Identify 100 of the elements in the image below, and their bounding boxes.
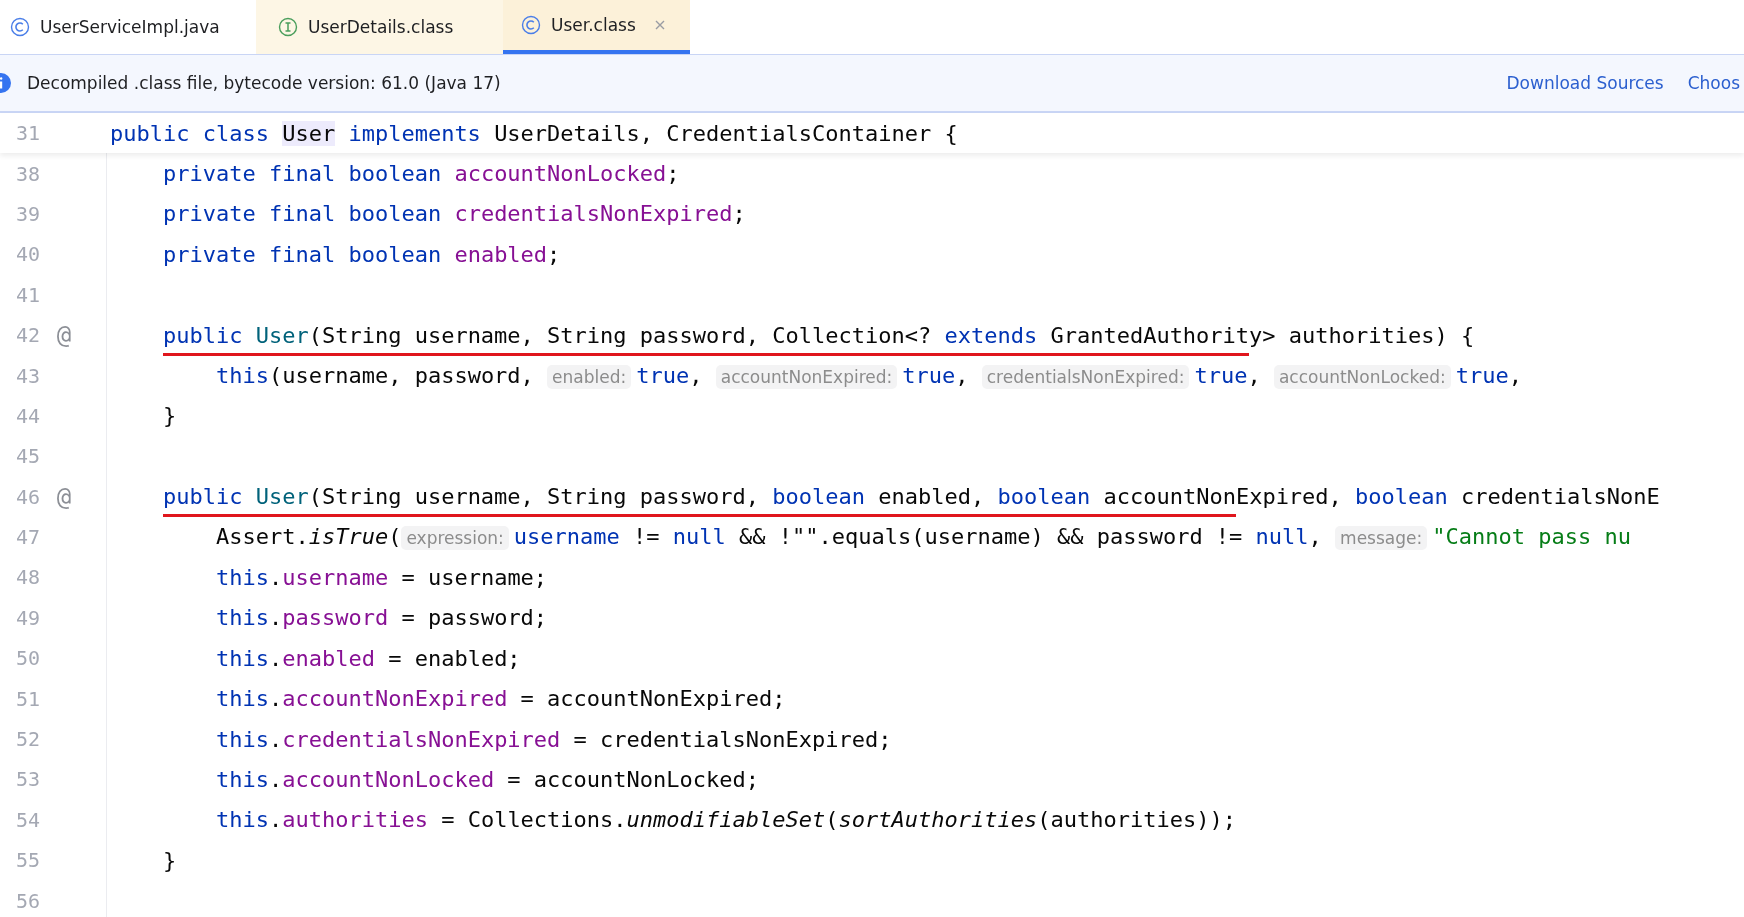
line-number: 48 [14, 565, 40, 590]
code-token: accountNonLocked [454, 161, 667, 187]
code-token: User [282, 120, 336, 146]
class-icon [10, 17, 30, 37]
banner-link[interactable]: Choos [1687, 73, 1740, 93]
code-token: enabled [454, 241, 548, 267]
code-token: true [1194, 362, 1248, 388]
code-token: private final boolean [163, 161, 443, 187]
code-token: "Cannot pass nu [1432, 524, 1631, 550]
line-number: 46 [14, 484, 40, 509]
code-token: . [268, 807, 283, 833]
override-marker[interactable]: @ [56, 321, 72, 350]
line-number: 45 [14, 444, 40, 469]
line-number: 51 [14, 686, 40, 711]
code-token: , [955, 362, 970, 388]
override-marker[interactable]: @ [56, 482, 72, 511]
code-token: true [636, 362, 690, 388]
code-token: Expired, [1235, 484, 1343, 510]
code-token: && !"".equals(username) && password != [738, 524, 1244, 550]
code-token: (String username, String password, Collection<? [308, 322, 933, 348]
code-token: private final boolean [163, 201, 443, 227]
line-number: 44 [14, 403, 40, 428]
code-token: this [215, 645, 269, 671]
code-token: User [255, 484, 309, 510]
line-number: 54 [14, 807, 40, 832]
line-number: 53 [14, 767, 40, 792]
editor-tab[interactable]: User.class [503, 0, 690, 54]
code-token: y> authorities) { [1249, 322, 1475, 348]
line-number: 47 [14, 525, 40, 550]
line-number: 39 [14, 201, 40, 226]
code-token: this [215, 565, 269, 590]
code-token: this [215, 726, 269, 752]
code-token: , [1308, 524, 1323, 550]
banner-text: Decompiled .class file, bytecode version: 61.0 (Java 17) [27, 73, 501, 93]
code-token: accountNonLocked [282, 766, 495, 792]
code-token: GrantedAuthorit [1050, 322, 1250, 348]
code-token: User [255, 322, 309, 348]
editor-tab[interactable]: UserDetails.class [256, 0, 503, 54]
interface-icon [278, 17, 298, 37]
code-token: (String username, String password, [308, 484, 761, 510]
code-token: enabled [282, 645, 375, 671]
code-token: ( [825, 807, 839, 833]
line-number: 52 [14, 727, 40, 752]
code-token: . [268, 686, 283, 712]
line-number: 40 [14, 242, 40, 267]
code-token: this [215, 807, 269, 833]
code-token: = Collections. [440, 807, 627, 833]
code-token: Assert. [215, 524, 309, 550]
code-token: (authorities)); [1037, 807, 1236, 833]
code-token: (username, password, [268, 362, 535, 388]
code-token: boolean [1355, 484, 1449, 510]
line-number: 43 [14, 363, 40, 388]
code-token: accountNon [1103, 484, 1236, 510]
code-token: this [215, 766, 269, 792]
code-token: username [513, 524, 620, 550]
code-token: ; [547, 241, 561, 267]
code-token: null [672, 524, 726, 550]
code-token: . [268, 565, 283, 590]
code-token: . [268, 726, 283, 752]
code-token: } [163, 847, 177, 873]
close-icon[interactable] [653, 19, 666, 31]
code-token: , [689, 362, 704, 388]
code-token: public [163, 322, 244, 348]
banner-link[interactable]: Download Sources [1506, 73, 1664, 93]
code-token: . [268, 766, 283, 792]
code-token: UserDetails, CredentialsContainer { [494, 120, 958, 146]
line-number: 49 [14, 605, 40, 630]
code-token: this [215, 605, 269, 631]
code-token: unmodifiableSet [626, 807, 826, 833]
line-number: 31 [14, 121, 40, 146]
inlay-hint: credentialsNonExpired: [981, 364, 1190, 389]
code-token: authorities [282, 807, 428, 833]
code-token: isTrue [308, 524, 389, 550]
class-icon [521, 15, 541, 35]
code-token: != [632, 524, 661, 550]
code-token: = password; [400, 605, 548, 631]
inlay-hint: enabled: [547, 364, 632, 389]
code-token: private final boolean [163, 241, 443, 267]
code-token: public class [110, 120, 270, 146]
code-token: . [268, 645, 283, 671]
code-token: . [268, 605, 283, 631]
line-number: 38 [14, 161, 40, 186]
code-token: boolean [997, 484, 1092, 510]
code-token: credentialsNonExpired [454, 201, 733, 227]
line-number: 55 [14, 848, 40, 873]
code-token: ; [732, 201, 746, 227]
code-token: boolean [772, 484, 866, 510]
code-token: null [1255, 524, 1309, 550]
code-token: = accountNonExpired; [519, 686, 786, 712]
code-token: enabled, [878, 484, 986, 510]
code-token: this [215, 362, 269, 388]
code-token: , [1247, 362, 1262, 388]
code-token: ; [666, 161, 680, 187]
code-token: password [282, 605, 389, 631]
code-token: username [282, 565, 389, 590]
code-token: extends [944, 322, 1039, 348]
code-token: accountNonExpired [282, 686, 508, 712]
code-token: this [215, 686, 269, 712]
code-token: = credentialsNonExpired; [572, 726, 892, 752]
line-number: 42 [14, 323, 40, 348]
